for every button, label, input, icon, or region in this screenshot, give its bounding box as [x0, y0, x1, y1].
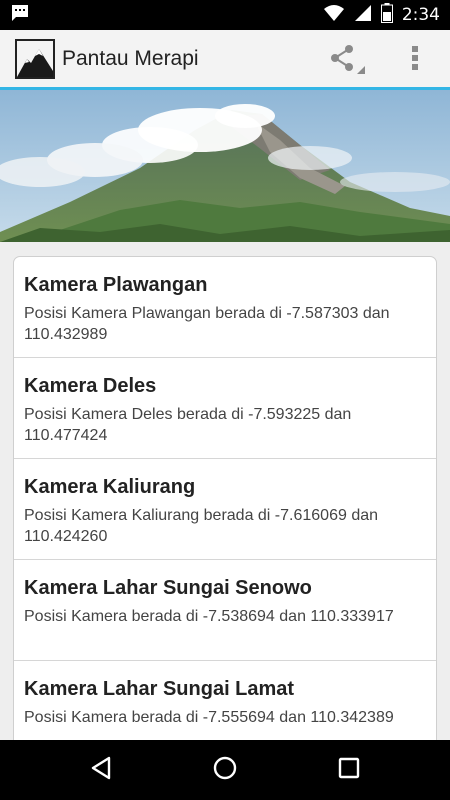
recents-button[interactable] [334, 755, 364, 785]
list-item-title: Kamera Plawangan [24, 274, 208, 296]
screen: 2:34 Pantau Merapi Kamera Plawangan Posi… [0, 0, 450, 800]
battery-icon [380, 2, 393, 28]
status-time: 2:34 [401, 5, 440, 25]
volcano-banner-image [0, 90, 450, 242]
app-bar: Pantau Merapi [0, 30, 450, 90]
list-item-kamera-lahar-sungai-senowo[interactable]: Kamera Lahar Sungai Senowo Posisi Kamera… [14, 560, 436, 661]
share-icon [326, 40, 366, 81]
list-item-description: Posisi Kamera Deles berada di -7.593225 … [24, 406, 352, 444]
home-icon [212, 755, 238, 786]
mountain-logo-icon [15, 38, 55, 79]
list-item-description: Posisi Kamera berada di -7.538694 dan 11… [24, 608, 394, 625]
list-item-description: Posisi Kamera berada di -7.555694 dan 11… [24, 709, 394, 726]
list-item-description: Posisi Kamera Plawangan berada di -7.587… [24, 305, 390, 343]
wifi-icon [323, 4, 345, 27]
camera-list: Kamera Plawangan Posisi Kamera Plawangan… [13, 256, 437, 776]
list-item-kamera-plawangan[interactable]: Kamera Plawangan Posisi Kamera Plawangan… [14, 257, 436, 358]
list-item-title: Kamera Lahar Sungai Lamat [24, 678, 295, 700]
list-item-title: Kamera Kaliurang [24, 476, 196, 498]
home-button[interactable] [210, 755, 240, 785]
list-item-title: Kamera Lahar Sungai Senowo [24, 577, 312, 599]
overflow-menu-button[interactable] [400, 42, 430, 78]
overflow-menu-icon [410, 43, 420, 78]
status-bar: 2:34 [0, 0, 450, 30]
navigation-bar [0, 740, 450, 800]
share-button[interactable] [326, 42, 366, 78]
back-button[interactable] [86, 755, 116, 785]
chat-notification-icon [10, 4, 30, 27]
list-item-kamera-kaliurang[interactable]: Kamera Kaliurang Posisi Kamera Kaliurang… [14, 459, 436, 560]
list-item-title: Kamera Deles [24, 375, 157, 397]
list-item-description: Posisi Kamera Kaliurang berada di -7.616… [24, 507, 379, 545]
recents-icon [336, 755, 362, 786]
back-icon [88, 755, 114, 786]
list-item-kamera-deles[interactable]: Kamera Deles Posisi Kamera Deles berada … [14, 358, 436, 459]
signal-icon [354, 4, 372, 27]
app-title: Pantau Merapi [62, 46, 199, 70]
